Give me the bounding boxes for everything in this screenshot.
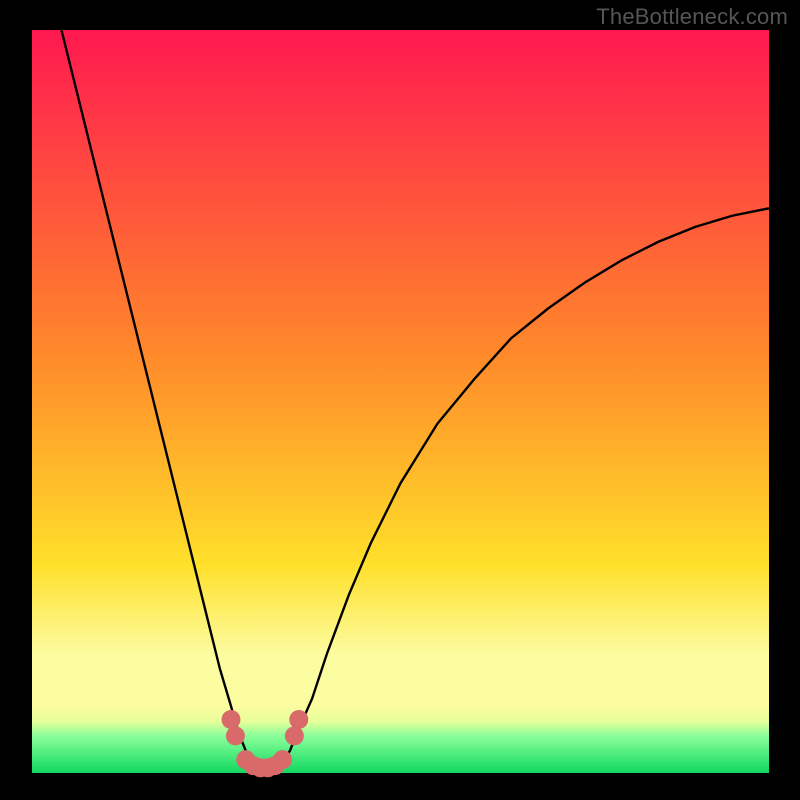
- marker-point: [289, 710, 308, 729]
- plot-background: [32, 30, 769, 773]
- bottleneck-chart: [0, 0, 800, 800]
- marker-point: [226, 726, 245, 745]
- marker-point: [221, 710, 240, 729]
- marker-point: [273, 750, 292, 769]
- watermark-text: TheBottleneck.com: [596, 4, 788, 30]
- marker-point: [285, 726, 304, 745]
- chart-frame: TheBottleneck.com: [0, 0, 800, 800]
